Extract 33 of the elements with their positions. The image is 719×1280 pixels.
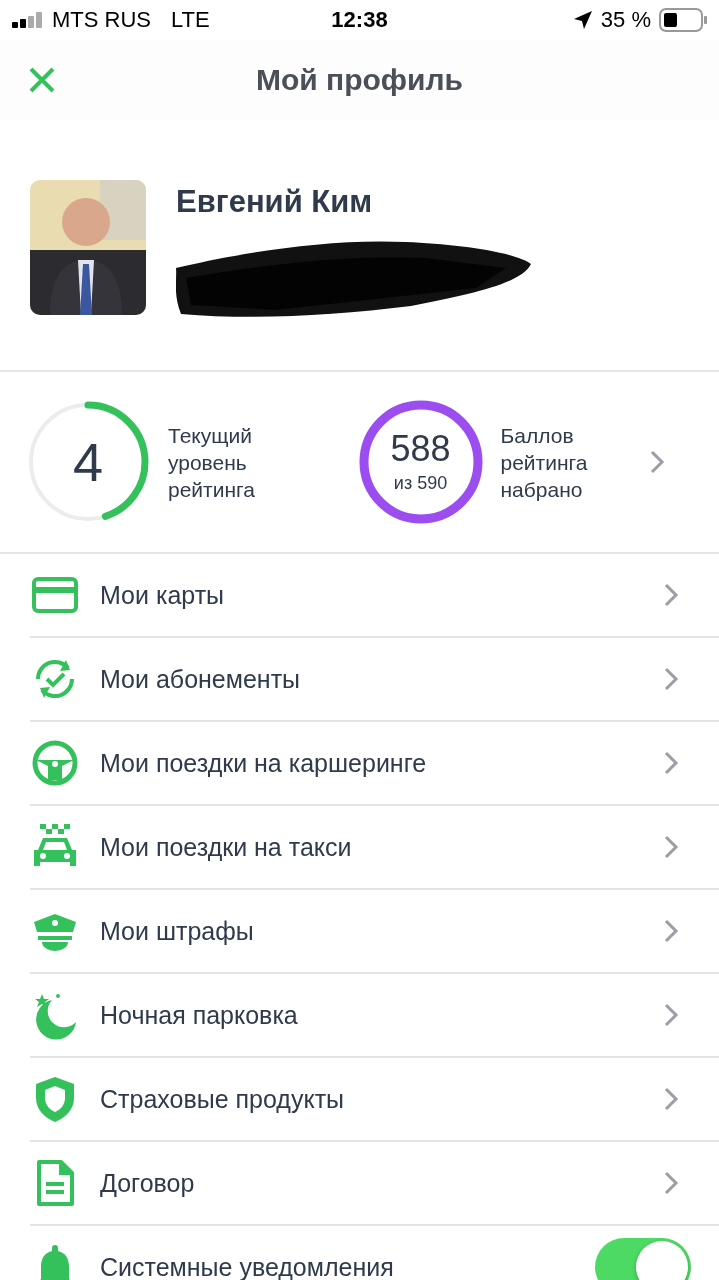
battery-icon bbox=[659, 8, 707, 32]
chevron-right-icon bbox=[663, 1002, 679, 1028]
chevron-right-icon bbox=[648, 449, 665, 475]
menu-item[interactable]: Системные уведомления bbox=[30, 1226, 719, 1280]
network-type: LTE bbox=[171, 7, 210, 33]
chevron-right-icon bbox=[663, 666, 679, 692]
rating-value: 588 bbox=[390, 430, 451, 467]
screen-title: Мой профиль bbox=[255, 63, 464, 97]
chevron-right-icon bbox=[663, 834, 679, 860]
rating-value: 4 bbox=[73, 435, 103, 489]
menu-item[interactable]: Ночная парковка bbox=[30, 974, 719, 1058]
menu-item[interactable]: Страховые продукты bbox=[30, 1058, 719, 1142]
chevron-right-icon bbox=[663, 582, 679, 608]
user-name: Евгений Ким bbox=[176, 184, 374, 220]
location-arrow-icon bbox=[572, 10, 593, 30]
steering-wheel-icon bbox=[30, 738, 80, 788]
battery-percent: 35 % bbox=[600, 7, 651, 33]
menu-item[interactable]: Договор bbox=[30, 1142, 719, 1226]
toggle-switch[interactable] bbox=[595, 1238, 691, 1280]
menu-item[interactable]: Мои поездки на каршеринге bbox=[30, 722, 719, 806]
menu-item[interactable]: Мои абонементы bbox=[30, 638, 719, 722]
rating-max: из 590 bbox=[393, 472, 448, 494]
rating-label: Баллов рейтинга набрано bbox=[500, 422, 589, 503]
chevron-right-icon bbox=[663, 1170, 679, 1196]
chevron-right-icon bbox=[663, 918, 679, 944]
menu-item[interactable]: Мои поездки на такси bbox=[30, 806, 719, 890]
chevron-right-icon bbox=[663, 1086, 679, 1112]
menu-item[interactable]: Мои карты bbox=[30, 554, 719, 638]
menu-item[interactable]: Мои штрафы bbox=[30, 890, 719, 974]
carrier-name: MTS RUS bbox=[52, 7, 151, 33]
rating-label: Текущий уровень рейтинга bbox=[168, 422, 256, 503]
clock: 12:38 bbox=[331, 7, 388, 33]
chevron-right-icon bbox=[663, 750, 679, 776]
